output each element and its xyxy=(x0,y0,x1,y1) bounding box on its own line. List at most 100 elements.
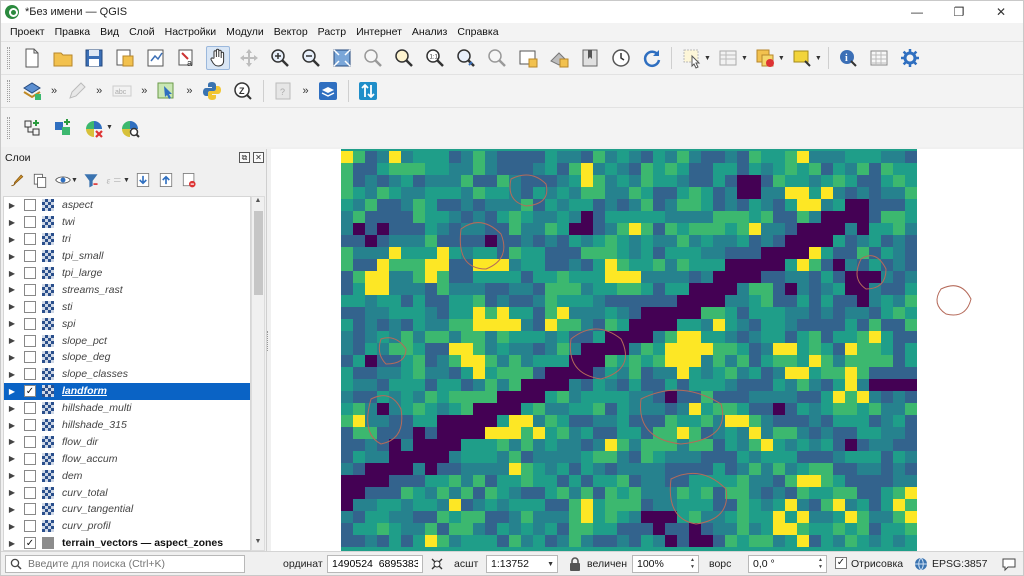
coordinate-input[interactable] xyxy=(332,558,418,570)
new-geopackage-button[interactable] xyxy=(51,116,75,140)
expand-arrow-icon[interactable]: ▶ xyxy=(6,421,18,430)
dropdown-arrow-icon[interactable]: ▼ xyxy=(741,55,748,62)
expand-arrow-icon[interactable]: ▶ xyxy=(6,269,18,278)
expand-arrow-icon[interactable]: ▶ xyxy=(6,302,18,311)
dropdown-arrow-icon[interactable]: ▼ xyxy=(704,55,711,62)
toolbar-overflow-icon[interactable]: » xyxy=(96,85,102,97)
layer-row-hillshade_315[interactable]: ▶ hillshade_315 xyxy=(4,417,250,434)
zoom-last-button[interactable] xyxy=(454,46,478,70)
new-map-view-button[interactable] xyxy=(516,46,540,70)
layer-visibility-checkbox[interactable] xyxy=(24,435,36,448)
close-panel-button[interactable]: ✕ xyxy=(253,152,264,163)
lock-scale-icon[interactable] xyxy=(567,556,583,572)
metasearch-button[interactable]: ? xyxy=(271,79,295,103)
expand-arrow-icon[interactable]: ▶ xyxy=(6,336,18,345)
layer-visibility-checkbox[interactable]: ✓ xyxy=(24,537,36,550)
zoom-in-button[interactable] xyxy=(268,46,292,70)
zoom-out-button[interactable] xyxy=(299,46,323,70)
float-panel-button[interactable]: ⧉ xyxy=(239,152,250,163)
expand-arrow-icon[interactable]: ▶ xyxy=(6,252,18,261)
expand-arrow-icon[interactable]: ▶ xyxy=(6,522,18,531)
zoom-layer-button[interactable] xyxy=(392,46,416,70)
settings-button[interactable] xyxy=(898,46,922,70)
layer-visibility-checkbox[interactable] xyxy=(24,250,36,263)
data-source-manager-button[interactable] xyxy=(20,79,44,103)
dropdown-arrow-icon[interactable]: ▼ xyxy=(106,124,113,131)
sort-button[interactable] xyxy=(356,79,380,103)
toolbar-overflow-icon[interactable]: » xyxy=(303,85,309,97)
layer-visibility-checkbox[interactable] xyxy=(24,317,36,330)
attribute-table-button[interactable] xyxy=(716,46,740,70)
toolbar-overflow-icon[interactable]: » xyxy=(186,85,192,97)
expand-arrow-icon[interactable]: ▶ xyxy=(6,218,18,227)
scroll-up-icon[interactable]: ▲ xyxy=(252,197,264,209)
expand-arrow-icon[interactable]: ▶ xyxy=(6,319,18,328)
layer-visibility-checkbox[interactable] xyxy=(24,233,36,246)
layer-row-sti[interactable]: ▶ sti xyxy=(4,298,250,315)
expand-arrow-icon[interactable]: ▶ xyxy=(6,387,18,396)
dropdown-arrow-icon[interactable]: ▼ xyxy=(815,55,822,62)
chevron-down-icon[interactable]: ▼ xyxy=(547,561,554,568)
expand-arrow-icon[interactable]: ▶ xyxy=(6,404,18,413)
remove-layer-button[interactable] xyxy=(82,116,106,140)
scrollbar-thumb[interactable] xyxy=(254,211,263,295)
layer-row-tpi_large[interactable]: ▶ tpi_large xyxy=(4,265,250,282)
layer-visibility-checkbox[interactable] xyxy=(24,520,36,533)
layer-visibility-checkbox[interactable] xyxy=(24,486,36,499)
layer-visibility-checkbox[interactable] xyxy=(24,351,36,364)
menu-vector[interactable]: Вектор xyxy=(269,26,313,38)
expand-arrow-icon[interactable]: ▶ xyxy=(6,437,18,446)
spin-arrows-icon[interactable]: ▲ ▼ xyxy=(688,557,697,571)
expand-arrow-icon[interactable]: ▶ xyxy=(6,235,18,244)
visibility-button[interactable] xyxy=(53,170,73,190)
toolbar-handle[interactable] xyxy=(7,116,10,139)
layer-visibility-checkbox[interactable] xyxy=(24,419,36,432)
layer-row-twi[interactable]: ▶ twi xyxy=(4,214,250,231)
new-3d-view-button[interactable] xyxy=(547,46,571,70)
map-canvas[interactable] xyxy=(271,149,1023,551)
select-features-button[interactable] xyxy=(680,46,704,70)
toolbar-overflow-icon[interactable]: » xyxy=(51,85,57,97)
expand-arrow-icon[interactable]: ▶ xyxy=(6,539,18,548)
render-checkbox[interactable]: ✓ xyxy=(835,557,847,569)
zoom-native-button[interactable]: 1:1 xyxy=(423,46,447,70)
spin-arrows-icon[interactable]: ▲ ▼ xyxy=(816,557,825,571)
crs-label[interactable]: EPSG:3857 xyxy=(932,558,987,570)
layer-row-tpi_small[interactable]: ▶ tpi_small xyxy=(4,248,250,265)
new-project-button[interactable] xyxy=(20,46,44,70)
menu-help[interactable]: Справка xyxy=(452,26,503,38)
identify-button[interactable]: i xyxy=(836,46,860,70)
filter-expression-button[interactable]: ε xyxy=(104,170,124,190)
layer-row-curv_tangential[interactable]: ▶ curv_tangential xyxy=(4,501,250,518)
menu-edit[interactable]: Правка xyxy=(50,26,95,38)
pan-map-button[interactable] xyxy=(205,46,230,70)
zoom-full-button[interactable] xyxy=(330,46,354,70)
pan-to-selection-button[interactable] xyxy=(237,46,261,70)
georeferencer-button[interactable] xyxy=(155,79,179,103)
annotation-button[interactable] xyxy=(790,46,814,70)
expand-arrow-icon[interactable]: ▶ xyxy=(6,201,18,210)
search-input[interactable] xyxy=(28,558,228,570)
menu-raster[interactable]: Растр xyxy=(313,26,351,38)
menu-plugins[interactable]: Модули xyxy=(221,26,269,38)
style-manager-button[interactable]: a xyxy=(175,46,199,70)
expand-arrow-icon[interactable]: ▶ xyxy=(6,353,18,362)
layer-row-dem[interactable]: ▶ dem xyxy=(4,467,250,484)
rotation-spinbox[interactable]: 0,0 ° ▲ ▼ xyxy=(748,555,827,573)
filter-legend-button[interactable] xyxy=(81,170,101,190)
crs-globe-icon[interactable] xyxy=(913,556,929,572)
python-console-button[interactable] xyxy=(200,79,224,103)
expand-arrow-icon[interactable]: ▶ xyxy=(6,488,18,497)
menu-analysis[interactable]: Анализ xyxy=(407,26,452,38)
layer-row-tri[interactable]: ▶ tri xyxy=(4,231,250,248)
layer-row-flow_accum[interactable]: ▶ flow_accum xyxy=(4,450,250,467)
layer-visibility-checkbox[interactable] xyxy=(24,469,36,482)
maximize-button[interactable]: ❐ xyxy=(939,1,979,23)
zoom-next-button[interactable] xyxy=(485,46,509,70)
collapse-all-button[interactable] xyxy=(156,170,176,190)
digitize-button[interactable] xyxy=(65,79,89,103)
layer-row-curv_profil[interactable]: ▶ curv_profil xyxy=(4,518,250,535)
save-project-button[interactable] xyxy=(82,46,106,70)
extents-toggle-icon[interactable] xyxy=(429,556,445,572)
coordinate-field[interactable] xyxy=(327,555,423,573)
